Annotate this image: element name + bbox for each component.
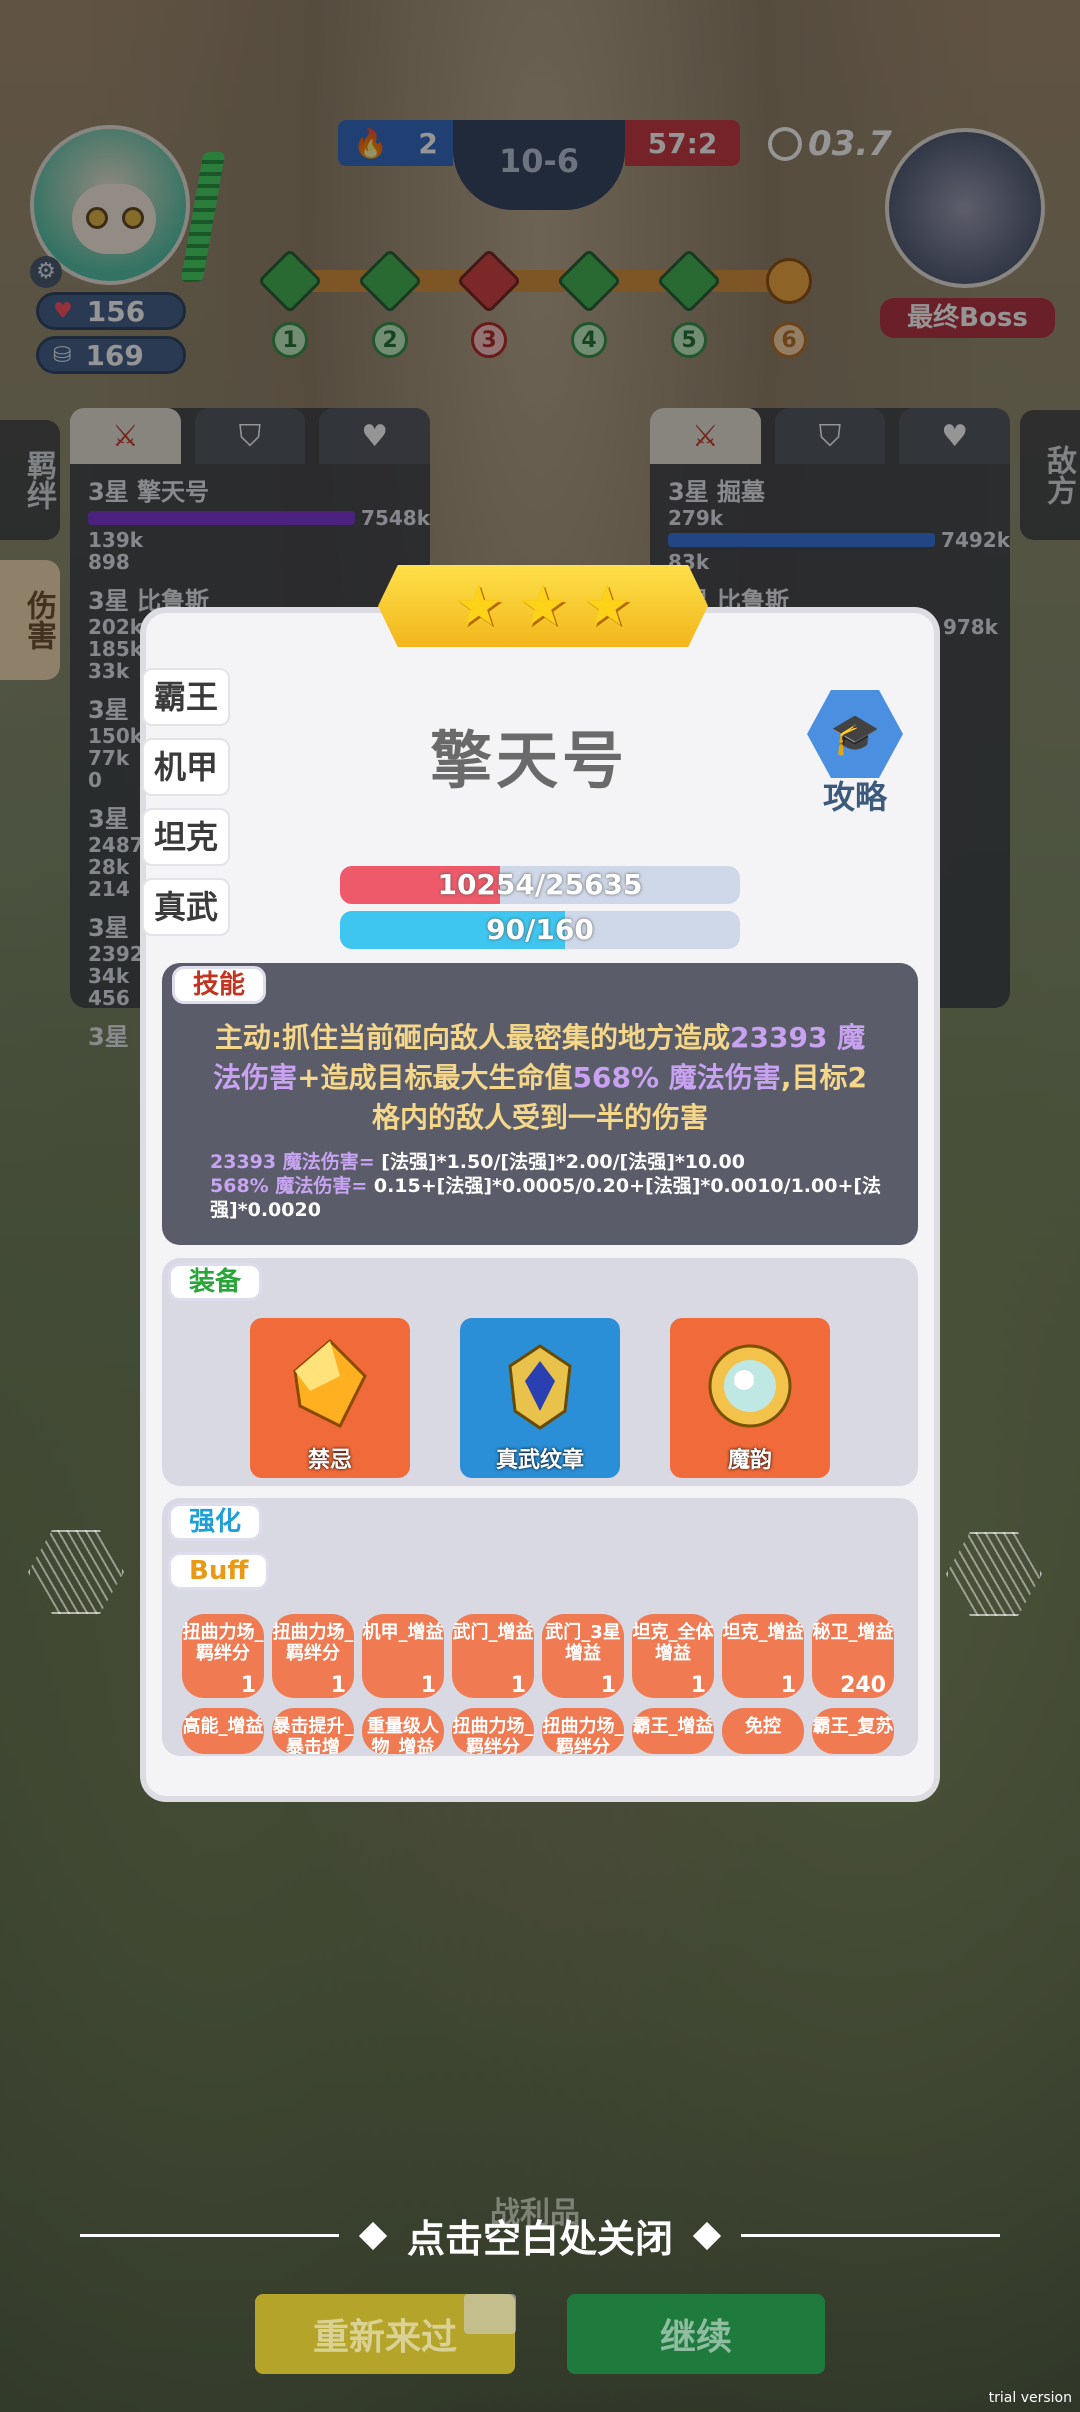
buff-item[interactable]: 霸王_增益 bbox=[632, 1708, 714, 1754]
trial-watermark: trial version bbox=[988, 2390, 1072, 2406]
trait-list: 霸王 机甲 坦克 真武 bbox=[142, 668, 234, 948]
buff-label: 霸王_增益 bbox=[632, 1716, 714, 1737]
buff-item[interactable]: 扭曲力场_羁绊分 1 bbox=[272, 1614, 354, 1698]
buff-item[interactable]: 扭曲力场_羁绊分 bbox=[542, 1708, 624, 1754]
skill-tag: 技能 bbox=[172, 966, 267, 1004]
equipment-name: 真武纹章 bbox=[495, 1448, 584, 1473]
buff-item[interactable]: 扭曲力场_羁绊分 1 bbox=[182, 1614, 264, 1698]
diamond-icon bbox=[358, 2221, 388, 2250]
buff-label: 扭曲力场_羁绊分 bbox=[542, 1716, 624, 1754]
mp-text: 90/160 bbox=[486, 913, 594, 946]
formula-line: 568% 魔法伤害= 0.15+[法强]*0.0005/0.20+[法强]*0.… bbox=[210, 1174, 890, 1222]
buff-item[interactable]: 秘卫_增益 240 bbox=[812, 1614, 894, 1698]
orb-icon bbox=[708, 1344, 792, 1428]
skill-text: +造成目标最大生命值 bbox=[297, 1061, 573, 1094]
buff-item[interactable]: 武门_增益 1 bbox=[452, 1614, 534, 1698]
mp-bar: 90/160 bbox=[340, 911, 740, 949]
buff-label: 免控 bbox=[745, 1716, 781, 1737]
buff-label: 武门_3星增益 bbox=[545, 1622, 621, 1664]
equipment-name: 禁忌 bbox=[307, 1448, 352, 1473]
equip-tag: 装备 bbox=[168, 1263, 263, 1301]
buff-item[interactable]: 暴击提升_暴击增 bbox=[272, 1708, 354, 1754]
emblem-icon bbox=[508, 1344, 572, 1430]
close-hint[interactable]: 点击空白处关闭 bbox=[80, 2208, 1001, 2263]
hp-text: 10254/25635 bbox=[437, 868, 643, 901]
crystal-icon bbox=[293, 1338, 367, 1429]
buff-label: 武门_增益 bbox=[452, 1622, 534, 1643]
equipment-name: 魔韵 bbox=[727, 1448, 772, 1473]
diamond-icon bbox=[692, 2221, 722, 2250]
buff-tag: Buff bbox=[168, 1552, 270, 1590]
buff-count: 1 bbox=[240, 1673, 256, 1698]
buff-label: 秘卫_增益 bbox=[812, 1622, 894, 1643]
formula-value: [法强]*1.50/[法强]*2.00/[法强]*10.00 bbox=[381, 1151, 745, 1173]
guide-label: 攻略 bbox=[822, 778, 887, 816]
buff-count: 240 bbox=[840, 1673, 886, 1698]
buff-count: 1 bbox=[600, 1673, 616, 1698]
trait-item[interactable]: 坦克 bbox=[142, 808, 230, 866]
buff-item[interactable]: 扭曲力场_羁绊分 bbox=[452, 1708, 534, 1754]
buff-label: 坦克_全体增益 bbox=[632, 1622, 714, 1664]
buff-label: 暴击提升_暴击增 bbox=[272, 1716, 354, 1754]
video-icon bbox=[464, 2294, 516, 2334]
buff-item[interactable]: 免控 bbox=[722, 1708, 804, 1754]
buff-label: 坦克_增益 bbox=[722, 1622, 804, 1643]
trait-item[interactable]: 真武 bbox=[142, 878, 230, 936]
guide-button[interactable]: 🎓 攻略 bbox=[800, 690, 910, 818]
buff-label: 高能_增益 bbox=[182, 1716, 264, 1737]
buff-count: 1 bbox=[690, 1673, 706, 1698]
skill-formula: 23393 魔法伤害= [法强]*1.50/[法强]*2.00/[法强]*10.… bbox=[210, 1150, 890, 1222]
buff-item[interactable]: 武门_3星增益 1 bbox=[542, 1614, 624, 1698]
buff-item[interactable]: 坦克_全体增益 1 bbox=[632, 1614, 714, 1698]
buff-item[interactable]: 机甲_增益 1 bbox=[362, 1614, 444, 1698]
trait-item[interactable]: 霸王 bbox=[142, 668, 230, 726]
equipment-slot[interactable]: 真武纹章 bbox=[460, 1318, 620, 1478]
buff-label: 机甲_增益 bbox=[362, 1622, 444, 1643]
buff-count: 1 bbox=[510, 1673, 526, 1698]
star-icon: ★ bbox=[453, 573, 504, 639]
buff-label: 重量级人物_增益 bbox=[367, 1716, 439, 1754]
buff-count: 1 bbox=[780, 1673, 796, 1698]
buff-item[interactable]: 重量级人物_增益 bbox=[362, 1708, 444, 1754]
enhance-tag: 强化 bbox=[168, 1503, 263, 1541]
close-hint-text: 点击空白处关闭 bbox=[407, 2217, 674, 2261]
buff-item[interactable]: 坦克_增益 1 bbox=[722, 1614, 804, 1698]
buff-count: 1 bbox=[420, 1673, 436, 1698]
buff-item[interactable]: 霸王_复苏 bbox=[812, 1708, 894, 1754]
divider bbox=[80, 2234, 339, 2237]
graduation-cap-icon: 🎓 bbox=[807, 690, 903, 778]
skill-highlight: 568% 魔法伤害 bbox=[572, 1061, 781, 1094]
hero-name: 擎天号 bbox=[430, 724, 629, 797]
hp-bar: 10254/25635 bbox=[340, 866, 740, 904]
formula-label: 568% 魔法伤害= bbox=[210, 1175, 374, 1197]
formula-label: 23393 魔法伤害= bbox=[210, 1151, 382, 1173]
trait-item[interactable]: 机甲 bbox=[142, 738, 230, 796]
equipment-slot[interactable]: 魔韵 bbox=[670, 1318, 830, 1478]
star-rating-banner: ★ ★ ★ bbox=[378, 565, 708, 647]
buff-label: 扭曲力场_羁绊分 bbox=[452, 1716, 534, 1754]
buff-label: 霸王_复苏 bbox=[812, 1716, 894, 1737]
skill-text: 主动:抓住当前砸向敌人最密集的地方造成 bbox=[214, 1021, 731, 1054]
buff-item[interactable]: 高能_增益 bbox=[182, 1708, 264, 1754]
divider bbox=[741, 2234, 1001, 2237]
star-icon: ★ bbox=[582, 573, 633, 639]
skill-description: 主动:抓住当前砸向敌人最密集的地方造成23393 魔法伤害+造成目标最大生命值5… bbox=[210, 1018, 870, 1138]
star-icon: ★ bbox=[517, 573, 569, 639]
buff-count: 1 bbox=[330, 1673, 346, 1698]
buff-label: 扭曲力场_羁绊分 bbox=[272, 1622, 354, 1664]
formula-line: 23393 魔法伤害= [法强]*1.50/[法强]*2.00/[法强]*10.… bbox=[210, 1150, 890, 1174]
continue-button[interactable]: 继续 bbox=[567, 2294, 825, 2374]
buff-label: 扭曲力场_羁绊分 bbox=[182, 1622, 264, 1664]
equipment-slot[interactable]: 禁忌 bbox=[250, 1318, 410, 1478]
